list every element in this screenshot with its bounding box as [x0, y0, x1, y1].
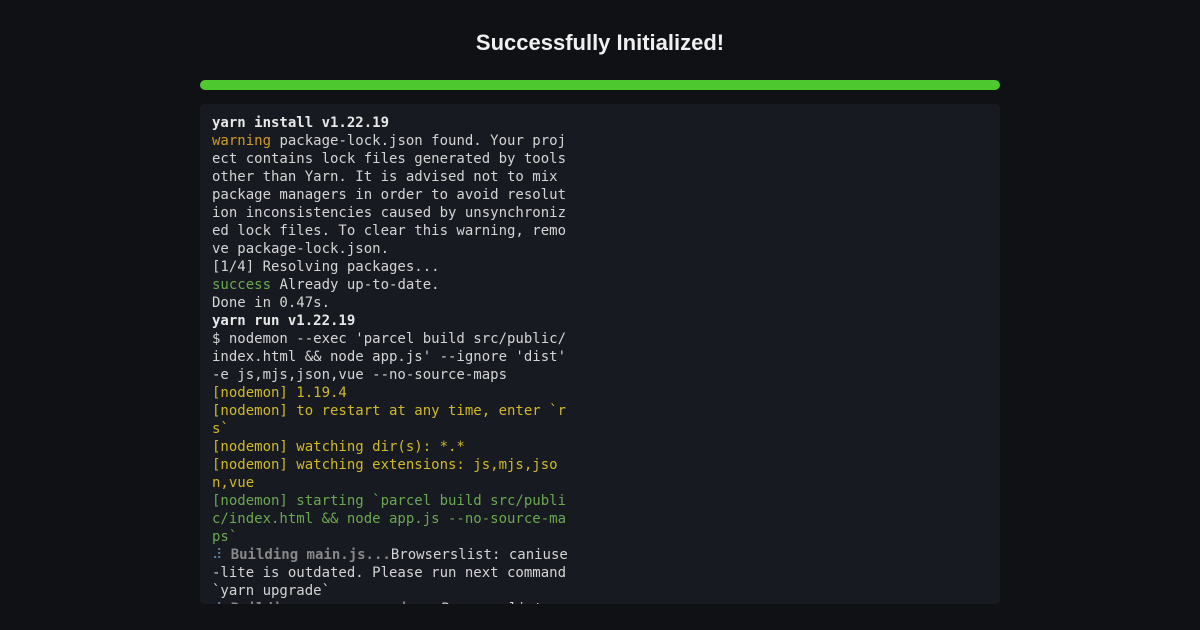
terminal-line: [nodemon] to restart at any time, enter … — [212, 402, 572, 438]
page-title: Successfully Initialized! — [200, 30, 1000, 56]
terminal-line: [nodemon] watching dir(s): *.* — [212, 438, 572, 456]
terminal-line: ⠼ Building vue.common.js...Browserslist:… — [212, 600, 572, 604]
terminal-line: $ nodemon --exec 'parcel build src/publi… — [212, 330, 572, 384]
terminal-line: [nodemon] starting `parcel build src/pub… — [212, 492, 572, 546]
terminal-line: yarn install v1.22.19 — [212, 114, 572, 132]
terminal-line: warning package-lock.json found. Your pr… — [212, 132, 572, 258]
terminal-line: [1/4] Resolving packages... — [212, 258, 572, 276]
progress-bar — [200, 80, 1000, 90]
terminal-content: yarn install v1.22.19warning package-loc… — [212, 114, 572, 604]
terminal-line: ⠼ Building main.js...Browserslist: caniu… — [212, 546, 572, 600]
terminal-output[interactable]: yarn install v1.22.19warning package-loc… — [200, 104, 1000, 604]
terminal-line: Done in 0.47s. — [212, 294, 572, 312]
terminal-line: success Already up-to-date. — [212, 276, 572, 294]
terminal-line: [nodemon] 1.19.4 — [212, 384, 572, 402]
terminal-line: [nodemon] watching extensions: js,mjs,js… — [212, 456, 572, 492]
terminal-line: yarn run v1.22.19 — [212, 312, 572, 330]
